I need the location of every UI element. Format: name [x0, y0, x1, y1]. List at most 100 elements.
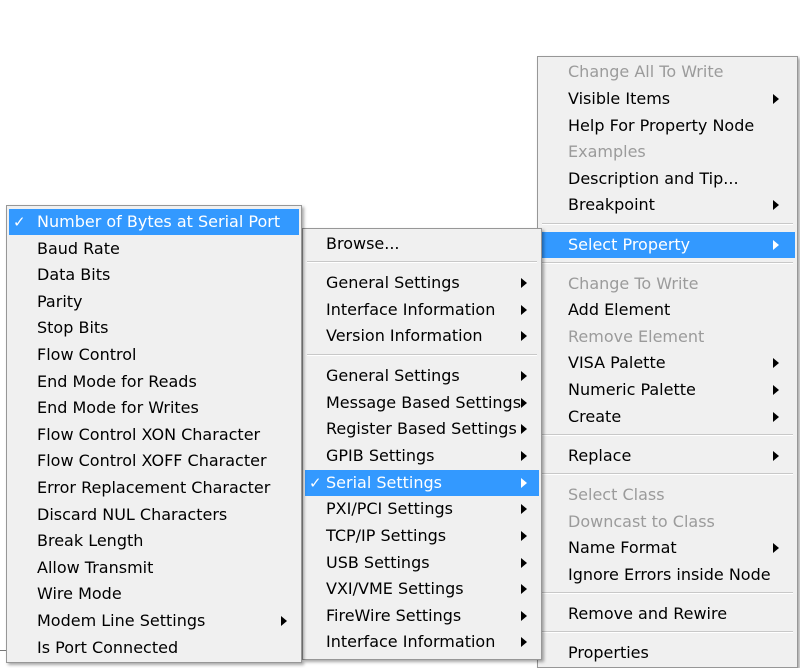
- menu-item-serial-settings[interactable]: ✓ Serial Settings: [305, 470, 539, 496]
- submenu-arrow-icon: [521, 558, 527, 568]
- menu-item-general-settings[interactable]: General Settings: [305, 363, 539, 389]
- menu-separator: [542, 434, 793, 436]
- menu-item-breakpoint[interactable]: Breakpoint: [540, 192, 795, 218]
- menu-item-tcp-ip-settings[interactable]: TCP/IP Settings: [305, 523, 539, 549]
- menu-item-usb-settings[interactable]: USB Settings: [305, 550, 539, 576]
- menu-item-properties[interactable]: Properties: [540, 640, 795, 666]
- submenu-arrow-icon: [521, 504, 527, 514]
- menu-item-label: Data Bits: [37, 265, 111, 284]
- menu-item-error-replacement-character[interactable]: Error Replacement Character: [9, 475, 299, 501]
- submenu-arrow-icon: [521, 531, 527, 541]
- menu-item-browse[interactable]: Browse...: [305, 231, 539, 257]
- submenu-arrow-icon: [521, 331, 527, 341]
- menu-item-label: Replace: [568, 446, 632, 465]
- menu-item-label: Allow Transmit: [37, 558, 154, 577]
- menu-item-numeric-palette[interactable]: Numeric Palette: [540, 377, 795, 403]
- serial-settings-submenu: ✓ Number of Bytes at Serial Port Baud Ra…: [6, 205, 302, 663]
- menu-item-label: Add Element: [568, 300, 671, 319]
- submenu-arrow-icon: [281, 616, 287, 626]
- submenu-arrow-icon: [521, 478, 527, 488]
- menu-item-allow-transmit[interactable]: Allow Transmit: [9, 555, 299, 581]
- submenu-arrow-icon: [521, 584, 527, 594]
- menu-item-firewire-settings[interactable]: FireWire Settings: [305, 603, 539, 629]
- menu-item-label: End Mode for Reads: [37, 372, 197, 391]
- menu-item-label: General Settings: [326, 366, 460, 385]
- menu-item-ignore-errors-inside-node[interactable]: Ignore Errors inside Node: [540, 562, 795, 588]
- menu-item-add-element[interactable]: Add Element: [540, 297, 795, 323]
- menu-item-select-property[interactable]: Select Property: [540, 232, 795, 258]
- menu-item-visible-items[interactable]: Visible Items: [540, 86, 795, 112]
- menu-item-end-mode-for-reads[interactable]: End Mode for Reads: [9, 369, 299, 395]
- menu-separator: [307, 354, 537, 356]
- submenu-arrow-icon: [521, 305, 527, 315]
- menu-item-label: Serial Settings: [326, 473, 442, 492]
- menu-item-flow-control-xoff-character[interactable]: Flow Control XOFF Character: [9, 448, 299, 474]
- menu-separator: [542, 592, 793, 594]
- menu-item-visa-palette[interactable]: VISA Palette: [540, 350, 795, 376]
- menu-item-change-to-write: Change To Write: [540, 271, 795, 297]
- menu-item-version-information[interactable]: Version Information: [305, 323, 539, 349]
- submenu-arrow-icon: [773, 94, 779, 104]
- menu-item-label: Select Property: [568, 235, 691, 254]
- menu-item-parity[interactable]: Parity: [9, 289, 299, 315]
- menu-item-message-based-settings[interactable]: Message Based Settings: [305, 390, 539, 416]
- menu-item-label: Baud Rate: [37, 239, 120, 258]
- submenu-arrow-icon: [521, 398, 527, 408]
- menu-item-label: Flow Control XON Character: [37, 425, 261, 444]
- context-menu: Change All To Write Visible Items Help F…: [537, 56, 798, 668]
- menu-item-baud-rate[interactable]: Baud Rate: [9, 236, 299, 262]
- menu-item-discard-nul-characters[interactable]: Discard NUL Characters: [9, 502, 299, 528]
- menu-item-gpib-settings[interactable]: GPIB Settings: [305, 443, 539, 469]
- checkmark-icon: ✓: [13, 213, 26, 231]
- menu-item-general-settings-interface[interactable]: General Settings: [305, 270, 539, 296]
- menu-item-change-all-to-write: Change All To Write: [540, 59, 795, 85]
- menu-item-downcast-to-class: Downcast to Class: [540, 509, 795, 535]
- submenu-arrow-icon: [521, 637, 527, 647]
- menu-item-name-format[interactable]: Name Format: [540, 535, 795, 561]
- submenu-arrow-icon: [773, 358, 779, 368]
- menu-item-remove-and-rewire[interactable]: Remove and Rewire: [540, 601, 795, 627]
- menu-item-label: Discard NUL Characters: [37, 505, 228, 524]
- menu-item-stop-bits[interactable]: Stop Bits: [9, 315, 299, 341]
- menu-item-label: Help For Property Node: [568, 116, 755, 135]
- menu-item-interface-information[interactable]: Interface Information: [305, 297, 539, 323]
- submenu-arrow-icon: [521, 424, 527, 434]
- menu-item-description-and-tip[interactable]: Description and Tip...: [540, 166, 795, 192]
- menu-item-modem-line-settings[interactable]: Modem Line Settings: [9, 608, 299, 634]
- menu-item-label: Change To Write: [568, 274, 699, 293]
- menu-item-label: Is Port Connected: [37, 638, 179, 657]
- menu-separator: [542, 262, 793, 264]
- submenu-arrow-icon: [773, 240, 779, 250]
- submenu-arrow-icon: [521, 278, 527, 288]
- menu-item-label: Break Length: [37, 531, 144, 550]
- menu-item-replace[interactable]: Replace: [540, 443, 795, 469]
- menu-item-end-mode-for-writes[interactable]: End Mode for Writes: [9, 395, 299, 421]
- menu-item-flow-control[interactable]: Flow Control: [9, 342, 299, 368]
- menu-item-label: Description and Tip...: [568, 169, 739, 188]
- menu-item-wire-mode[interactable]: Wire Mode: [9, 581, 299, 607]
- menu-item-label: Version Information: [326, 326, 483, 345]
- menu-item-label: Ignore Errors inside Node: [568, 565, 771, 584]
- menu-item-number-of-bytes-at-serial-port[interactable]: ✓ Number of Bytes at Serial Port: [9, 209, 299, 235]
- menu-item-label: Browse...: [326, 234, 400, 253]
- menu-item-is-port-connected[interactable]: Is Port Connected: [9, 635, 299, 661]
- menu-item-register-based-settings[interactable]: Register Based Settings: [305, 416, 539, 442]
- menu-item-create[interactable]: Create: [540, 404, 795, 430]
- submenu-arrow-icon: [521, 611, 527, 621]
- menu-item-label: Examples: [568, 142, 646, 161]
- menu-item-label: Remove Element: [568, 327, 705, 346]
- menu-item-pxi-pci-settings[interactable]: PXI/PCI Settings: [305, 496, 539, 522]
- menu-item-label: Parity: [37, 292, 83, 311]
- menu-item-vxi-vme-settings[interactable]: VXI/VME Settings: [305, 576, 539, 602]
- menu-item-select-class: Select Class: [540, 482, 795, 508]
- menu-item-label: Create: [568, 407, 622, 426]
- menu-item-break-length[interactable]: Break Length: [9, 528, 299, 554]
- menu-item-label: Wire Mode: [37, 584, 122, 603]
- menu-item-flow-control-xon-character[interactable]: Flow Control XON Character: [9, 422, 299, 448]
- menu-separator: [542, 631, 793, 633]
- menu-item-interface-information-2[interactable]: Interface Information: [305, 629, 539, 655]
- submenu-arrow-icon: [773, 412, 779, 422]
- menu-item-help-for-property-node[interactable]: Help For Property Node: [540, 113, 795, 139]
- menu-item-data-bits[interactable]: Data Bits: [9, 262, 299, 288]
- menu-item-remove-element: Remove Element: [540, 324, 795, 350]
